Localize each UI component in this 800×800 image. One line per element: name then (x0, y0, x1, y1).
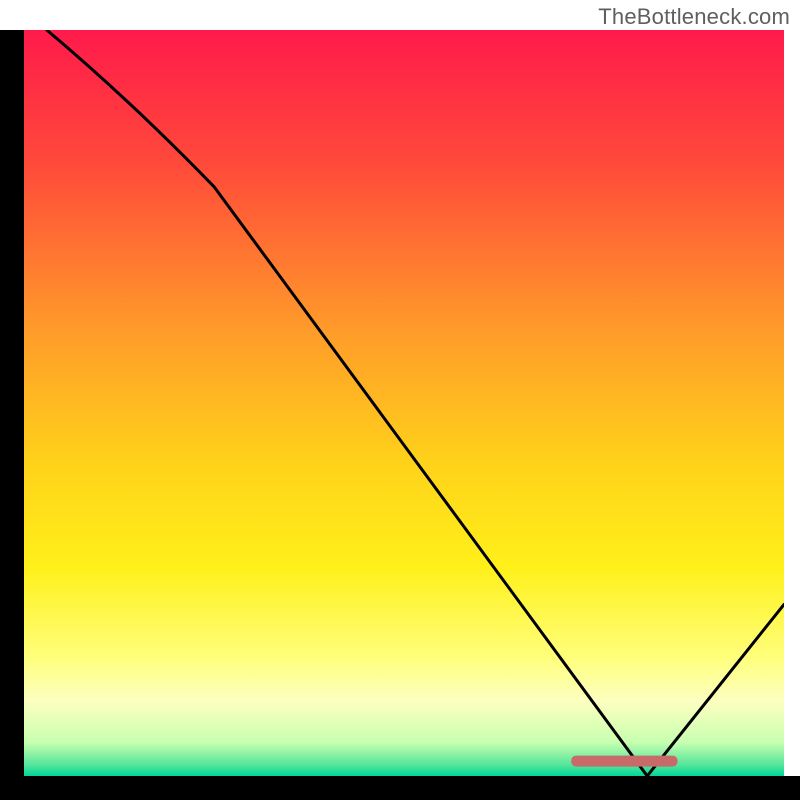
attribution-label: TheBottleneck.com (598, 4, 790, 30)
bottleneck-chart (0, 0, 800, 800)
gradient-background (24, 30, 784, 776)
chart-stage: TheBottleneck.com (0, 0, 800, 800)
optimal-band-marker (571, 756, 677, 767)
